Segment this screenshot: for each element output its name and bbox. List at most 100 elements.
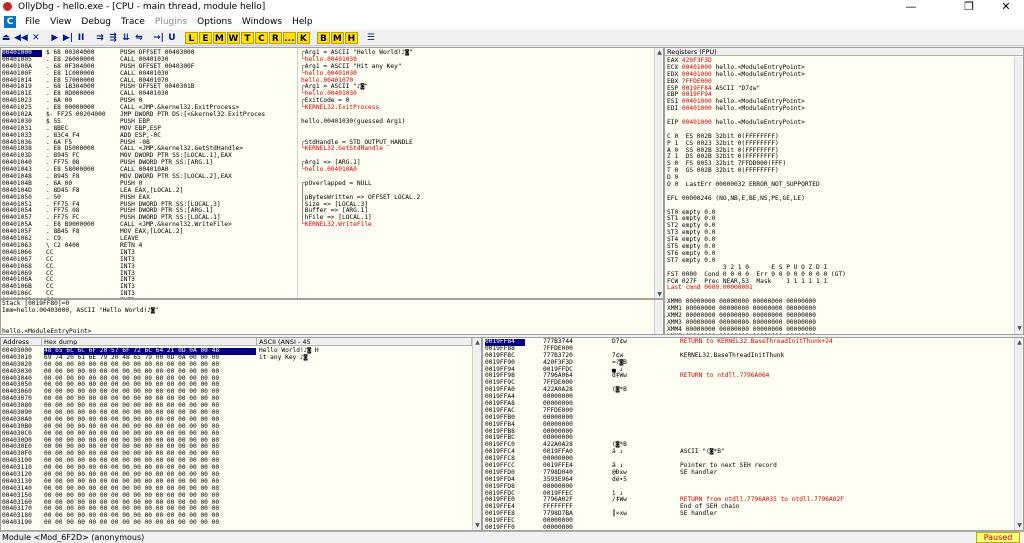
dump-ascii-text[interactable] — [259, 486, 459, 493]
execute-till-user-code-icon[interactable]: U — [166, 32, 178, 44]
fpu-row[interactable]: ST3 empty 0.0 — [667, 229, 1012, 237]
register-value[interactable]: 00401000 — [682, 119, 712, 126]
window-button-t[interactable]: T — [240, 31, 254, 44]
step-into-icon[interactable]: ⇉ — [94, 32, 106, 44]
scroll-up-arrow-icon[interactable]: ▲ — [474, 339, 481, 346]
flag-row[interactable]: O 0 LastErr 00000032 ERROR_NOT_SUPPORTED — [667, 181, 1012, 189]
stack-comment — [680, 401, 1010, 408]
scroll-up-arrow-icon[interactable]: ▲ — [656, 49, 663, 56]
dump-ascii-text[interactable] — [259, 465, 459, 472]
dump-ascii-text[interactable]: it any Key ♪◙ — [259, 354, 459, 362]
stack-pane[interactable]: 0019FF84 0019FF88 0019FF8C 0019FF90 0019FF94… — [482, 337, 1024, 531]
disasm-column-divider[interactable] — [297, 48, 298, 298]
close-button[interactable]: ✕ — [991, 0, 1021, 14]
disasm-scrollbar[interactable]: ▲ ▼ — [654, 48, 663, 298]
minimize-button[interactable]: — — [896, 0, 926, 14]
fpu-row[interactable]: ST0 empty 0.0 — [667, 209, 1012, 217]
efl-row[interactable]: EFL 00000246 (NO,NB,E,BE,NS,PE,GE,LE) — [667, 195, 1012, 203]
dump-ascii-text[interactable] — [259, 382, 459, 389]
dump-ascii-text[interactable] — [259, 493, 459, 500]
dump-ascii-text[interactable] — [259, 520, 459, 527]
run-icon[interactable]: ▶ — [49, 32, 61, 44]
trace-into-icon[interactable]: ⇊ — [120, 32, 132, 44]
dump-ascii-text[interactable] — [259, 451, 459, 458]
dump-ascii-text[interactable] — [259, 362, 459, 369]
dump-ascii-text[interactable] — [259, 417, 459, 424]
scroll-down-arrow-icon[interactable]: ▼ — [656, 291, 663, 298]
flag-row[interactable]: T 0 GS 002B 32bit 0(FFFFFFFF) — [667, 167, 1012, 175]
dump-ascii-text[interactable] — [259, 389, 459, 396]
dump-ascii-text[interactable] — [259, 424, 459, 431]
scroll-down-arrow-icon[interactable]: ▼ — [474, 522, 481, 529]
window-button-w[interactable]: W — [226, 31, 240, 44]
memory-dump-pane[interactable]: Address Hex dump ASCII (ANSI - 45 004030… — [0, 337, 482, 531]
dump-hex-bytes[interactable]: 00 00 00 00 00 00 00 00 00 00 00 00 00 0… — [44, 519, 256, 527]
dump-ascii-text[interactable] — [259, 396, 459, 403]
menu-trace[interactable]: Trace — [116, 17, 150, 27]
pause-icon[interactable]: II — [75, 32, 87, 44]
menu-help[interactable]: Help — [287, 17, 318, 27]
window-button-m[interactable]: M — [330, 31, 344, 44]
execute-till-return-icon[interactable]: →| — [152, 32, 165, 44]
step-over-icon[interactable]: ⇶ — [107, 32, 119, 44]
dump-address-header[interactable]: Address — [1, 338, 42, 346]
registers-scrollbar[interactable]: ▼ — [1014, 57, 1023, 334]
stack-comment: KERNEL32.BaseThreadInitThunk — [680, 351, 785, 359]
list-icon[interactable]: ☰ — [365, 32, 377, 44]
scroll-down-arrow-icon[interactable]: ▼ — [1016, 522, 1023, 529]
window-button-b[interactable]: B — [316, 31, 330, 44]
dump-ascii-text[interactable] — [259, 438, 459, 445]
scroll-up-arrow-icon[interactable]: ▲ — [1016, 339, 1023, 346]
fpu-row[interactable]: ST1 empty 0.0 — [667, 216, 1012, 223]
disasm-hex: CC — [46, 290, 54, 298]
window-button-h[interactable]: H — [344, 31, 358, 44]
run-thread-icon[interactable]: ▶| — [62, 32, 74, 44]
dump-ascii-header[interactable]: ASCII (ANSI - 45 — [257, 338, 472, 346]
dump-ascii-text[interactable] — [259, 403, 459, 410]
window-button-m[interactable]: M — [212, 31, 226, 44]
fpu-row[interactable]: ST5 empty 0.0 — [667, 243, 1012, 251]
info-pane[interactable]: Stack [0019FF80]=0 Imm=hello.00403000, AS… — [0, 299, 664, 335]
dump-ascii-text[interactable] — [259, 513, 459, 520]
registers-pane[interactable]: Registers (FPU) EAX 420F3F3D ECX 0040100… — [664, 47, 1024, 335]
fpu-row[interactable]: ST2 empty 0.0 — [667, 222, 1012, 230]
window-button-dots[interactable]: ... — [282, 31, 296, 44]
window-button-k[interactable]: K — [296, 31, 310, 44]
dump-ascii-text[interactable] — [259, 479, 459, 486]
scroll-down-arrow-icon[interactable]: ▼ — [1016, 325, 1023, 332]
dump-ascii-text[interactable] — [259, 410, 459, 417]
menu-file[interactable]: File — [20, 17, 45, 27]
dump-ascii-text[interactable] — [259, 458, 459, 465]
close-program-icon[interactable]: ✕ — [30, 32, 42, 44]
cpu-window-icon[interactable]: C — [4, 16, 16, 28]
stack-scrollbar[interactable]: ▲ ▼ — [1014, 338, 1023, 530]
fpu-row[interactable]: ST4 empty 0.0 — [667, 236, 1012, 244]
window-button-r[interactable]: R — [268, 31, 282, 44]
dump-ascii-text[interactable] — [259, 431, 459, 438]
menu-view[interactable]: View — [45, 17, 76, 27]
dump-ascii-text[interactable] — [259, 506, 459, 513]
menu-windows[interactable]: Windows — [237, 17, 287, 27]
dump-hex-header[interactable]: Hex dump — [42, 338, 257, 346]
dump-ascii-text[interactable] — [259, 376, 459, 383]
open-icon[interactable]: ⏏ — [0, 32, 12, 44]
window-button-e[interactable]: E — [198, 31, 212, 44]
fpu-row[interactable]: ST6 empty 0.0 — [667, 250, 1012, 258]
menu-debug[interactable]: Debug — [76, 17, 116, 27]
window-button-c[interactable]: C — [254, 31, 268, 44]
restore-button[interactable]: ❐ — [954, 0, 984, 14]
dump-ascii-text[interactable] — [259, 444, 459, 451]
dump-ascii-text[interactable] — [259, 369, 459, 376]
disassembly-pane[interactable]: 00401000 00401005 0040100A 0040100F 00401014… — [0, 47, 664, 299]
dump-ascii-text[interactable] — [259, 472, 459, 479]
info-scrollbar[interactable] — [654, 300, 663, 334]
xmm-row[interactable]: XMM5 00000000 00000000 00000000 00000000 — [667, 333, 1012, 334]
menu-plugins[interactable]: Plugins — [150, 17, 192, 27]
register-value[interactable]: 00401000 — [682, 105, 712, 112]
trace-over-icon[interactable]: ⇋ — [133, 32, 145, 44]
window-button-l[interactable]: L — [184, 31, 198, 44]
menu-options[interactable]: Options — [192, 17, 237, 27]
dump-ascii-text[interactable] — [259, 500, 459, 507]
restart-icon[interactable]: ◀◀ — [13, 32, 29, 44]
dump-scrollbar[interactable]: ▲ ▼ — [472, 338, 481, 530]
